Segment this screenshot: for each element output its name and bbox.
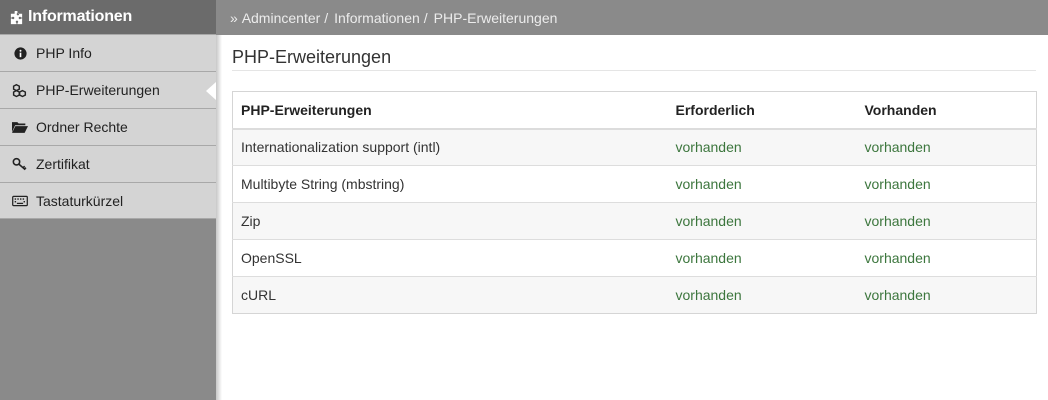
extension-name: OpenSSL <box>232 239 668 277</box>
info-circle-icon <box>12 45 28 61</box>
breadcrumb-separator: / <box>423 9 428 26</box>
required-status: vorhanden <box>667 239 857 277</box>
column-header-extension: PHP-Erweiterungen <box>232 91 668 130</box>
sidebar-item-label: PHP Info <box>36 45 92 61</box>
sidebar-item-tastaturkuerzel[interactable]: Tastaturkürzel <box>0 182 216 219</box>
table-row: Zip vorhanden vorhanden <box>232 202 1037 240</box>
breadcrumb: » Admincenter / Informationen / PHP-Erweiter… <box>216 0 1048 35</box>
extension-name: Multibyte String (mbstring) <box>232 165 668 203</box>
breadcrumb-prefix: » <box>230 9 238 26</box>
available-status: vorhanden <box>856 202 1037 240</box>
page-title: PHP-Erweiterungen <box>232 35 1036 71</box>
breadcrumb-item-current: PHP-Erweiterungen <box>433 9 558 26</box>
extensions-table: PHP-Erweiterungen Erforderlich Vorhanden… <box>232 91 1037 314</box>
required-status: vorhanden <box>667 165 857 203</box>
sidebar-item-php-erweiterungen[interactable]: PHP-Erweiterungen <box>0 71 216 108</box>
extension-name: cURL <box>232 276 668 314</box>
available-status: vorhanden <box>856 165 1037 203</box>
sidebar-item-label: PHP-Erweiterungen <box>36 82 160 98</box>
sidebar-item-label: Ordner Rechte <box>36 119 128 135</box>
keyboard-icon <box>12 193 28 209</box>
table-header-row: PHP-Erweiterungen Erforderlich Vorhanden <box>232 91 1037 130</box>
required-status: vorhanden <box>667 202 857 240</box>
column-header-required: Erforderlich <box>667 91 857 130</box>
folder-open-icon <box>12 119 28 135</box>
sidebar-item-ordner-rechte[interactable]: Ordner Rechte <box>0 108 216 145</box>
table-row: cURL vorhanden vorhanden <box>232 276 1037 314</box>
required-status: vorhanden <box>667 276 857 314</box>
sidebar-item-zertifikat[interactable]: Zertifikat <box>0 145 216 182</box>
available-status: vorhanden <box>856 239 1037 277</box>
breadcrumb-separator: / <box>324 9 329 26</box>
column-header-available: Vorhanden <box>856 91 1037 130</box>
available-status: vorhanden <box>856 276 1037 314</box>
sidebar-item-php-info[interactable]: PHP Info <box>0 34 216 71</box>
sidebar-item-label: Zertifikat <box>36 156 90 172</box>
extension-name: Internationalization support (intl) <box>232 128 668 166</box>
breadcrumb-item-informationen[interactable]: Informationen <box>334 10 420 26</box>
sidebar: Informationen PHP Info PHP-Erweiterungen… <box>0 0 216 400</box>
table-row: OpenSSL vorhanden vorhanden <box>232 239 1037 277</box>
main-content: PHP-Erweiterungen PHP-Erweiterungen Erfo… <box>216 35 1048 400</box>
puzzle-icon <box>8 9 24 25</box>
key-icon <box>12 156 28 172</box>
sidebar-header: Informationen <box>0 0 216 34</box>
sidebar-item-label: Tastaturkürzel <box>36 192 124 209</box>
cubes-icon <box>12 82 28 98</box>
breadcrumb-item-admincenter[interactable]: Admincenter <box>242 10 321 26</box>
table-row: Internationalization support (intl) vorh… <box>232 128 1037 166</box>
available-status: vorhanden <box>856 128 1037 166</box>
extension-name: Zip <box>232 202 668 240</box>
sidebar-header-title: Informationen <box>28 8 133 25</box>
table-row: Multibyte String (mbstring) vorhanden vo… <box>232 165 1037 203</box>
required-status: vorhanden <box>667 128 857 166</box>
